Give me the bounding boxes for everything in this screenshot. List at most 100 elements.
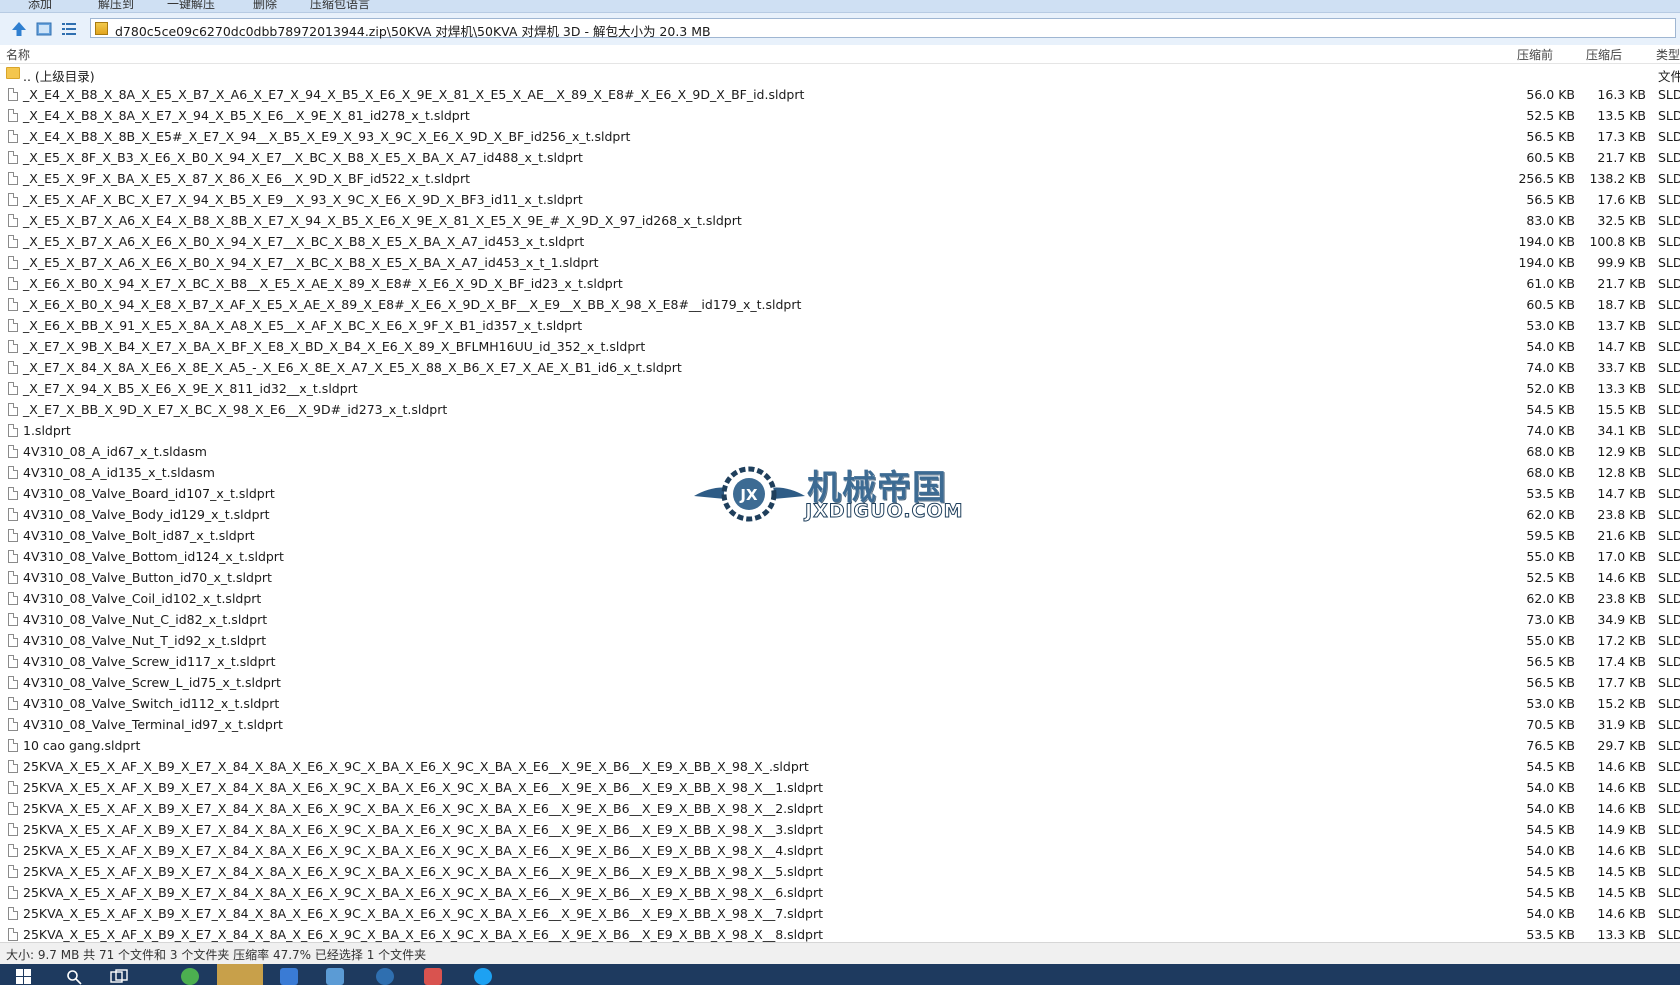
file-row[interactable]: _X_E5_X_8F_X_B3_X_E6_X_B0_X_94_X_E7__X_B… [0, 148, 1680, 169]
toolbar-archive-language-button[interactable]: 压缩包语言 [310, 0, 370, 12]
file-type: SLD [1658, 864, 1680, 879]
file-icon [8, 718, 18, 731]
column-header-unpacked-size[interactable]: 压缩后 [1586, 46, 1622, 63]
file-name: _X_E5_X_B7_X_A6_X_E6_X_B0_X_94_X_E7__X_B… [23, 255, 599, 270]
file-row[interactable]: _X_E5_X_B7_X_A6_X_E6_X_B0_X_94_X_E7__X_B… [0, 232, 1680, 253]
up-arrow-icon[interactable] [9, 19, 29, 39]
file-row[interactable]: 4V310_08_Valve_Nut_C_id82_x_t.sldprt 73.0… [0, 610, 1680, 631]
column-header-packed-size[interactable]: 压缩前 [1517, 46, 1553, 63]
pdf-app-icon[interactable] [424, 968, 442, 985]
file-icon [8, 760, 18, 773]
file-row[interactable]: 4V310_08_Valve_Coil_id102_x_t.sldprt 62.0… [0, 589, 1680, 610]
file-row[interactable]: _X_E7_X_BB_X_9D_X_E7_X_BC_X_98_X_E6__X_9… [0, 400, 1680, 421]
file-row[interactable]: _X_E4_X_B8_X_8A_X_E5_X_B7_X_A6_X_E7_X_94… [0, 85, 1680, 106]
parent-directory-row[interactable]: .. (上级目录) 文件 [0, 64, 1680, 85]
file-type: SLD [1658, 276, 1680, 291]
unpacked-size: 23.8 KB [1597, 591, 1646, 606]
winrar-app-icon[interactable] [217, 964, 263, 985]
parent-directory-label: .. (上级目录) [23, 69, 95, 84]
file-row[interactable]: 4V310_08_Valve_Button_id70_x_t.sldprt 52.… [0, 568, 1680, 589]
file-row[interactable]: 1.sldprt 74.0 KB 34.1 KB SLD [0, 421, 1680, 442]
file-type: SLD [1658, 213, 1680, 228]
file-row[interactable]: 25KVA_X_E5_X_AF_X_B9_X_E7_X_84_X_8A_X_E6… [0, 757, 1680, 778]
browser-app-icon[interactable] [181, 968, 199, 985]
file-row[interactable]: 25KVA_X_E5_X_AF_X_B9_X_E7_X_84_X_8A_X_E6… [0, 925, 1680, 942]
toolbar-one-click-extract-button[interactable]: 一键解压 [167, 0, 215, 12]
file-row[interactable]: 4V310_08_Valve_Nut_T_id92_x_t.sldprt 55.0… [0, 631, 1680, 652]
file-type: SLD [1658, 906, 1680, 921]
search-icon[interactable] [66, 969, 82, 985]
packed-size: 62.0 KB [1526, 591, 1575, 606]
file-row[interactable]: _X_E5_X_B7_X_A6_X_E6_X_B0_X_94_X_E7__X_B… [0, 253, 1680, 274]
file-icon [8, 550, 18, 563]
chat-app-icon[interactable] [474, 968, 492, 985]
gear-wings-icon: JX [694, 466, 805, 522]
file-name: 4V310_08_Valve_Screw_id117_x_t.sldprt [23, 654, 276, 669]
file-icon [8, 613, 18, 626]
file-type: 文件 [1658, 69, 1680, 84]
file-row[interactable]: 25KVA_X_E5_X_AF_X_B9_X_E7_X_84_X_8A_X_E6… [0, 883, 1680, 904]
file-row[interactable]: 4V310_08_Valve_Terminal_id97_x_t.sldprt 7… [0, 715, 1680, 736]
file-row[interactable]: _X_E7_X_9B_X_B4_X_E7_X_BA_X_BF_X_E8_X_BD… [0, 337, 1680, 358]
packed-size: 68.0 KB [1526, 465, 1575, 480]
watermark-site-text: JXDIGUO.COM [805, 500, 964, 523]
unpacked-size: 138.2 KB [1589, 171, 1646, 186]
large-icons-view-icon[interactable] [34, 19, 54, 39]
task-view-icon[interactable] [110, 969, 128, 985]
file-name: 25KVA_X_E5_X_AF_X_B9_X_E7_X_84_X_8A_X_E6… [23, 843, 824, 858]
file-row[interactable]: _X_E4_X_B8_X_8A_X_E7_X_94_X_B5_X_E6__X_9… [0, 106, 1680, 127]
file-type: SLD [1658, 318, 1680, 333]
file-row[interactable]: _X_E6_X_B0_X_94_X_E8_X_B7_X_AF_X_E5_X_AE… [0, 295, 1680, 316]
unpacked-size: 17.4 KB [1597, 654, 1646, 669]
settings-app-icon[interactable] [376, 968, 394, 985]
file-icon [8, 928, 18, 941]
column-header-type[interactable]: 类型 [1656, 46, 1680, 63]
unpacked-size: 14.9 KB [1597, 822, 1646, 837]
file-name: 25KVA_X_E5_X_AF_X_B9_X_E7_X_84_X_8A_X_E6… [23, 780, 824, 795]
file-row[interactable]: 25KVA_X_E5_X_AF_X_B9_X_E7_X_84_X_8A_X_E6… [0, 799, 1680, 820]
file-row[interactable]: _X_E7_X_84_X_8A_X_E6_X_8E_X_A5_-_X_E6_X_… [0, 358, 1680, 379]
file-row[interactable]: 4V310_08_Valve_Bottom_id124_x_t.sldprt 55… [0, 547, 1680, 568]
file-row[interactable]: _X_E7_X_94_X_B5_X_E6_X_9E_X_811_id32__x_… [0, 379, 1680, 400]
address-bar[interactable]: d780c5ce09c6270dc0dbb78972013944.zip\50K… [90, 18, 1676, 39]
unpacked-size: 17.2 KB [1597, 633, 1646, 648]
file-type: SLD [1658, 738, 1680, 753]
windows-start-icon[interactable] [16, 969, 32, 985]
file-row[interactable]: 25KVA_X_E5_X_AF_X_B9_X_E7_X_84_X_8A_X_E6… [0, 841, 1680, 862]
address-path: d780c5ce09c6270dc0dbb78972013944.zip\50K… [115, 24, 711, 39]
file-row[interactable]: 4V310_08_Valve_Bolt_id87_x_t.sldprt 59.5 … [0, 526, 1680, 547]
toolbar-extract-to-button[interactable]: 解压到 [98, 0, 134, 12]
packed-size: 53.5 KB [1526, 486, 1575, 501]
file-row[interactable]: _X_E5_X_B7_X_A6_X_E4_X_B8_X_8B_X_E7_X_94… [0, 211, 1680, 232]
file-row[interactable]: 4V310_08_Valve_Screw_L_id75_x_t.sldprt 56… [0, 673, 1680, 694]
file-row[interactable]: _X_E6_X_B0_X_94_X_E7_X_BC_X_B8__X_E5_X_A… [0, 274, 1680, 295]
column-header-name[interactable]: 名称 [6, 46, 30, 63]
file-explorer-app-icon[interactable] [326, 968, 344, 985]
file-row[interactable]: _X_E4_X_B8_X_8B_X_E5#_X_E7_X_94__X_B5_X_… [0, 127, 1680, 148]
folder-icon [6, 67, 20, 79]
file-row[interactable]: 4V310_08_Valve_Switch_id112_x_t.sldprt 53… [0, 694, 1680, 715]
file-row[interactable]: 25KVA_X_E5_X_AF_X_B9_X_E7_X_84_X_8A_X_E6… [0, 820, 1680, 841]
unpacked-size: 34.1 KB [1597, 423, 1646, 438]
file-row[interactable]: 10 cao gang.sldprt 76.5 KB 29.7 KB SLD [0, 736, 1680, 757]
file-row[interactable]: _X_E6_X_BB_X_91_X_E5_X_8A_X_A8_X_E5__X_A… [0, 316, 1680, 337]
file-row[interactable]: 25KVA_X_E5_X_AF_X_B9_X_E7_X_84_X_8A_X_E6… [0, 862, 1680, 883]
toolbar-delete-button[interactable]: 删除 [253, 0, 277, 12]
unpacked-size: 21.7 KB [1597, 150, 1646, 165]
mail-app-icon[interactable] [280, 968, 298, 985]
details-view-icon[interactable] [59, 19, 79, 39]
unpacked-size: 15.2 KB [1597, 696, 1646, 711]
unpacked-size: 14.6 KB [1597, 906, 1646, 921]
file-type: SLD [1658, 486, 1680, 501]
packed-size: 53.0 KB [1526, 318, 1575, 333]
unpacked-size: 18.7 KB [1597, 297, 1646, 312]
file-row[interactable]: 25KVA_X_E5_X_AF_X_B9_X_E7_X_84_X_8A_X_E6… [0, 778, 1680, 799]
toolbar-add-button[interactable]: 添加 [28, 0, 52, 12]
file-row[interactable]: 4V310_08_Valve_Screw_id117_x_t.sldprt 56.… [0, 652, 1680, 673]
file-row[interactable]: _X_E5_X_AF_X_BC_X_E7_X_94_X_B5_X_E9__X_9… [0, 190, 1680, 211]
packed-size: 56.5 KB [1526, 192, 1575, 207]
file-row[interactable]: _X_E5_X_9F_X_BA_X_E5_X_87_X_86_X_E6__X_9… [0, 169, 1680, 190]
file-name: _X_E7_X_BB_X_9D_X_E7_X_BC_X_98_X_E6__X_9… [23, 402, 448, 417]
file-row[interactable]: 25KVA_X_E5_X_AF_X_B9_X_E7_X_84_X_8A_X_E6… [0, 904, 1680, 925]
file-type: SLD [1658, 717, 1680, 732]
